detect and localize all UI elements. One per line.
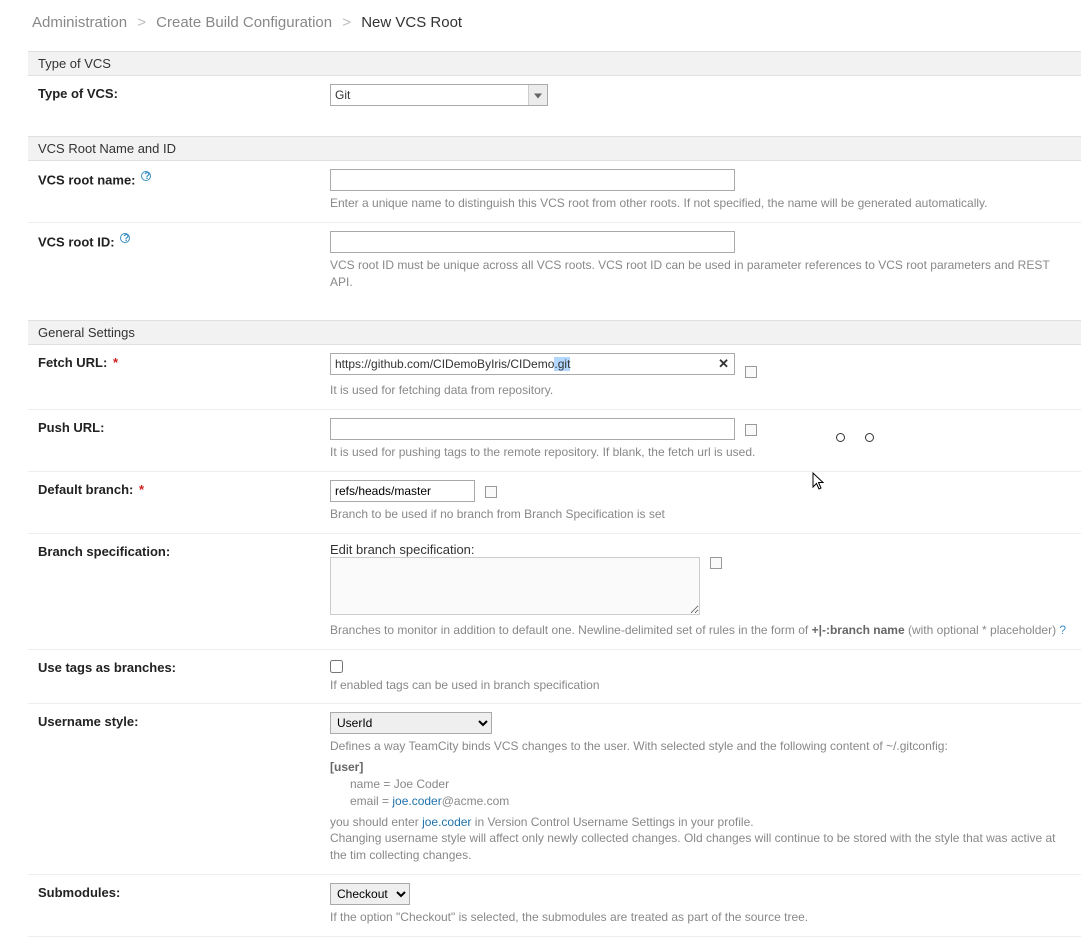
label-default-branch: Default branch: * — [38, 480, 330, 523]
clipboard-icon[interactable] — [710, 557, 722, 569]
branch-spec-heading: Edit branch specification: — [330, 542, 1071, 557]
breadcrumb: Administration > Create Build Configurat… — [0, 0, 1081, 51]
section-header-type-of-vcs: Type of VCS — [28, 51, 1081, 76]
input-root-name[interactable] — [330, 169, 735, 191]
section-header-general: General Settings — [28, 320, 1081, 345]
label-root-name: VCS root name: ? — [38, 169, 330, 212]
label-branch-spec: Branch specification: — [38, 542, 330, 639]
clipboard-icon[interactable] — [745, 366, 757, 378]
input-default-branch[interactable] — [330, 480, 475, 502]
input-push-url[interactable] — [330, 418, 735, 440]
select-submodules[interactable]: Checkout — [330, 883, 410, 905]
textarea-branch-spec[interactable] — [330, 557, 700, 615]
breadcrumb-administration[interactable]: Administration — [32, 14, 127, 31]
hint-submodules: If the option "Checkout" is selected, th… — [330, 909, 1071, 926]
breadcrumb-current: New VCS Root — [361, 14, 462, 31]
hint-use-tags: If enabled tags can be used in branch sp… — [330, 677, 1071, 694]
select-username-style[interactable]: UserId — [330, 712, 492, 734]
label-submodules: Submodules: — [38, 883, 330, 926]
input-root-id[interactable] — [330, 231, 735, 253]
chevron-down-icon — [534, 94, 542, 99]
hint-fetch-url: It is used for fetching data from reposi… — [330, 382, 1071, 399]
hint-username-style: Defines a way TeamCity binds VCS changes… — [330, 738, 1071, 864]
hint-default-branch: Branch to be used if no branch from Bran… — [330, 506, 1071, 523]
clipboard-icon[interactable] — [485, 486, 497, 498]
help-icon[interactable]: ? — [120, 233, 130, 243]
clipboard-icon[interactable] — [745, 424, 757, 436]
label-push-url: Push URL: — [38, 418, 330, 461]
label-root-id: VCS root ID: ? — [38, 231, 330, 291]
label-use-tags: Use tags as branches: — [38, 658, 330, 694]
chevron-right-icon: > — [137, 14, 146, 31]
label-fetch-url: Fetch URL: * — [38, 353, 330, 399]
hint-root-name: Enter a unique name to distinguish this … — [330, 195, 1071, 212]
help-icon[interactable]: ? — [141, 171, 151, 181]
breadcrumb-create-build-config[interactable]: Create Build Configuration — [156, 14, 332, 31]
input-fetch-url[interactable]: https://github.com/CIDemoByIris/CIDemo.g… — [330, 353, 735, 375]
help-icon[interactable]: ? — [1059, 623, 1066, 637]
clear-icon[interactable]: ✕ — [718, 356, 729, 372]
hint-branch-spec: Branches to monitor in addition to defau… — [330, 622, 1071, 639]
hint-root-id: VCS root ID must be unique across all VC… — [330, 257, 1071, 291]
hint-push-url: It is used for pushing tags to the remot… — [330, 444, 1071, 461]
section-header-name-id: VCS Root Name and ID — [28, 136, 1081, 161]
label-username-style: Username style: — [38, 712, 330, 864]
select-vcs-type[interactable]: Git — [330, 84, 548, 106]
label-type-of-vcs: Type of VCS: — [38, 84, 330, 106]
checkbox-use-tags[interactable] — [330, 660, 343, 673]
chevron-right-icon: > — [342, 14, 351, 31]
